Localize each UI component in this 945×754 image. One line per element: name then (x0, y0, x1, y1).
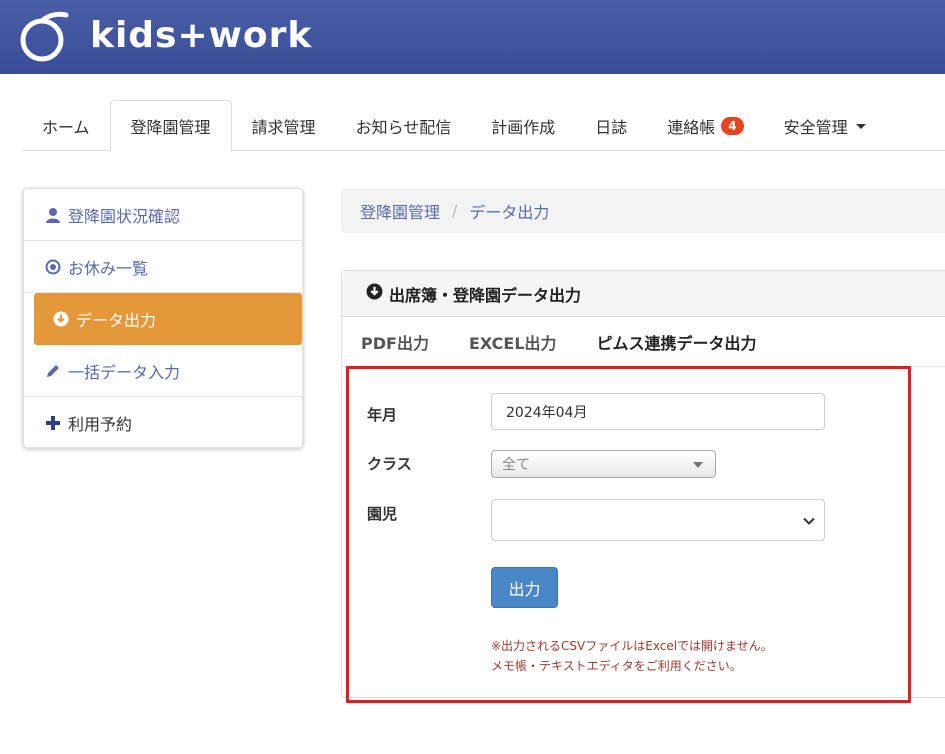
breadcrumb-current: データ出力 (469, 202, 550, 222)
user-icon (44, 206, 62, 224)
sidebar-item-data-export[interactable]: データ出力 (34, 293, 302, 345)
sidebar-item-label: 登降園状況確認 (68, 206, 181, 226)
caret-down-icon (855, 124, 866, 129)
tab-contact-book[interactable]: 連絡帳 4 (647, 100, 763, 151)
tab-label: お知らせ配信 (355, 117, 452, 137)
sidebar-item-label: データ出力 (76, 311, 157, 330)
logo-mark-icon (18, 11, 70, 63)
tab-label: 計画作成 (491, 117, 556, 137)
sidebar-item-absence-list[interactable]: お休み一覧 (24, 241, 302, 293)
plus-icon (44, 414, 62, 432)
sidebar-item-label: 利用予約 (68, 415, 133, 434)
tab-label: 連絡帳 (667, 117, 716, 137)
download-circle-icon (366, 283, 383, 304)
breadcrumb-parent-link[interactable]: 登降園管理 (360, 199, 440, 223)
highlight-frame (346, 366, 911, 703)
top-header: kids+work (0, 0, 945, 74)
subtab-pdf-export[interactable]: PDF出力 (361, 330, 429, 354)
tab-home[interactable]: ホーム (22, 100, 110, 151)
sidebar-item-bulk-input[interactable]: 一括データ入力 (24, 345, 302, 397)
tab-planning[interactable]: 計画作成 (471, 100, 575, 151)
sidebar-item-reservation[interactable]: 利用予約 (24, 397, 302, 449)
sidebar-item-label: 一括データ入力 (68, 362, 181, 382)
breadcrumb-separator: / (452, 201, 458, 220)
side-menu: 登降園状況確認 お休み一覧 データ出力 一括データ入力 利用予約 (23, 188, 303, 448)
tab-attendance-management[interactable]: 登降園管理 (109, 100, 232, 152)
main-nav-tabs: ホーム 登降園管理 請求管理 お知らせ配信 計画作成 日誌 連絡帳 4 安全管理 (22, 100, 945, 152)
panel-title: 出席簿・登降園データ出力 (389, 285, 582, 305)
sidebar-item-label: お休み一覧 (68, 258, 149, 278)
export-subtabs: PDF出力 EXCEL出力 ピムス連携データ出力 (342, 317, 945, 367)
tab-label: 日誌 (595, 117, 628, 137)
tab-label: ホーム (42, 117, 90, 137)
app-logo[interactable]: kids+work (18, 10, 312, 64)
record-circle-icon (44, 258, 62, 276)
logo-text: kids+work (90, 14, 313, 56)
pencil-icon (44, 362, 62, 380)
tab-label: 登降園管理 (130, 118, 211, 137)
subtab-excel-export[interactable]: EXCEL出力 (469, 330, 557, 354)
breadcrumb: 登降園管理 / データ出力 (341, 188, 945, 233)
subtab-pims-export[interactable]: ピムス連携データ出力 (597, 330, 757, 354)
tab-label: 請求管理 (251, 117, 316, 137)
tab-label: 安全管理 (783, 117, 848, 137)
tab-safety-management[interactable]: 安全管理 (764, 100, 886, 151)
sidebar-item-attendance-status[interactable]: 登降園状況確認 (24, 189, 302, 241)
tab-billing[interactable]: 請求管理 (232, 100, 336, 151)
unread-count-badge: 4 (721, 116, 744, 135)
download-circle-icon (52, 310, 70, 328)
tab-journal[interactable]: 日誌 (575, 100, 647, 151)
tab-notifications[interactable]: お知らせ配信 (336, 100, 472, 151)
panel-header: 出席簿・登降園データ出力 (342, 271, 945, 317)
